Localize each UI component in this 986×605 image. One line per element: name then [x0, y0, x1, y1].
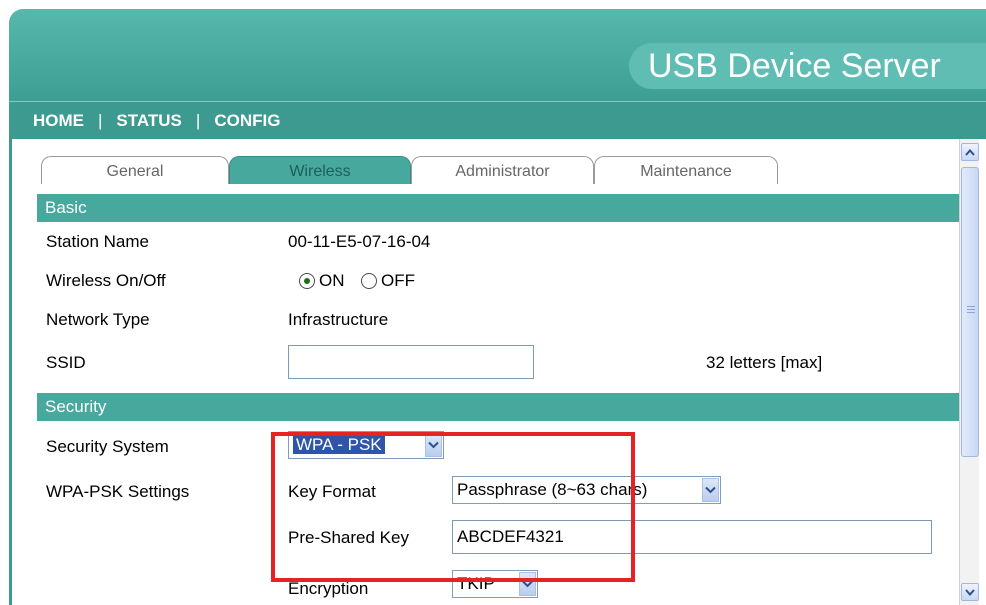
- nav-home[interactable]: HOME: [33, 111, 84, 131]
- nav-separator: |: [98, 110, 103, 130]
- nav-config[interactable]: CONFIG: [214, 111, 280, 131]
- station-name-value: 00-11-E5-07-16-04: [288, 232, 431, 251]
- top-nav: HOME | STATUS | CONFIG: [9, 101, 986, 139]
- encryption-value: TKIP: [457, 574, 495, 593]
- key-format-label: Key Format: [288, 482, 376, 501]
- encryption-select[interactable]: TKIP: [452, 570, 538, 598]
- network-type-value: Infrastructure: [288, 310, 389, 329]
- arrow-up-icon[interactable]: [961, 143, 979, 161]
- nav-status[interactable]: STATUS: [116, 111, 181, 131]
- scroll-thumb[interactable]: [961, 167, 979, 457]
- wireless-off-label: OFF: [381, 271, 415, 290]
- encryption-label: Encryption: [288, 579, 369, 598]
- section-security: Security: [37, 393, 961, 421]
- section-basic: Basic: [37, 194, 961, 222]
- arrow-down-icon[interactable]: [961, 583, 979, 601]
- ssid-input[interactable]: [288, 345, 534, 379]
- ssid-hint: 32 letters [max]: [706, 353, 823, 372]
- tab-general[interactable]: General: [41, 156, 229, 184]
- wireless-on-label: ON: [319, 271, 345, 290]
- wpa-psk-settings-label: WPA-PSK Settings: [46, 482, 190, 501]
- ssid-label: SSID: [46, 353, 86, 372]
- station-name-label: Station Name: [46, 232, 149, 251]
- tab-administrator[interactable]: Administrator: [411, 156, 594, 184]
- key-format-value: Passphrase (8~63 chars): [457, 480, 648, 499]
- tab-maintenance[interactable]: Maintenance: [594, 156, 778, 184]
- nav-separator: |: [195, 110, 201, 130]
- brand-title: USB Device Server: [648, 47, 941, 85]
- security-system-value: WPA - PSK: [293, 435, 385, 454]
- key-format-select[interactable]: Passphrase (8~63 chars): [452, 476, 721, 504]
- wireless-onoff-label: Wireless On/Off: [46, 271, 166, 290]
- chevron-down-icon: [519, 572, 536, 596]
- wireless-off-radio[interactable]: [361, 273, 377, 289]
- security-system-label: Security System: [46, 437, 169, 456]
- vertical-scrollbar[interactable]: [959, 139, 979, 605]
- chevron-down-icon: [425, 433, 442, 457]
- wireless-on-radio[interactable]: [299, 273, 315, 289]
- psk-input[interactable]: ABCDEF4321: [452, 520, 932, 554]
- tab-wireless[interactable]: Wireless: [229, 156, 411, 184]
- chevron-down-icon: [702, 478, 719, 502]
- psk-label: Pre-Shared Key: [288, 528, 409, 547]
- network-type-label: Network Type: [46, 310, 150, 329]
- security-system-select[interactable]: WPA - PSK: [288, 431, 444, 459]
